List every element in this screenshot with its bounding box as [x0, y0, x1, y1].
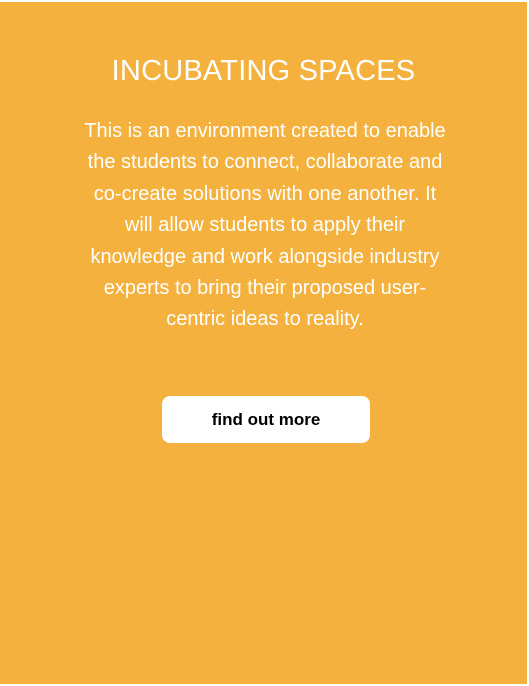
card-description: This is an environment created to enable… [84, 120, 446, 331]
incubating-spaces-card: INCUBATING SPACES This is an environment… [0, 2, 527, 684]
find-out-more-button[interactable]: find out more [162, 396, 370, 443]
card-title: INCUBATING SPACES [111, 55, 416, 87]
